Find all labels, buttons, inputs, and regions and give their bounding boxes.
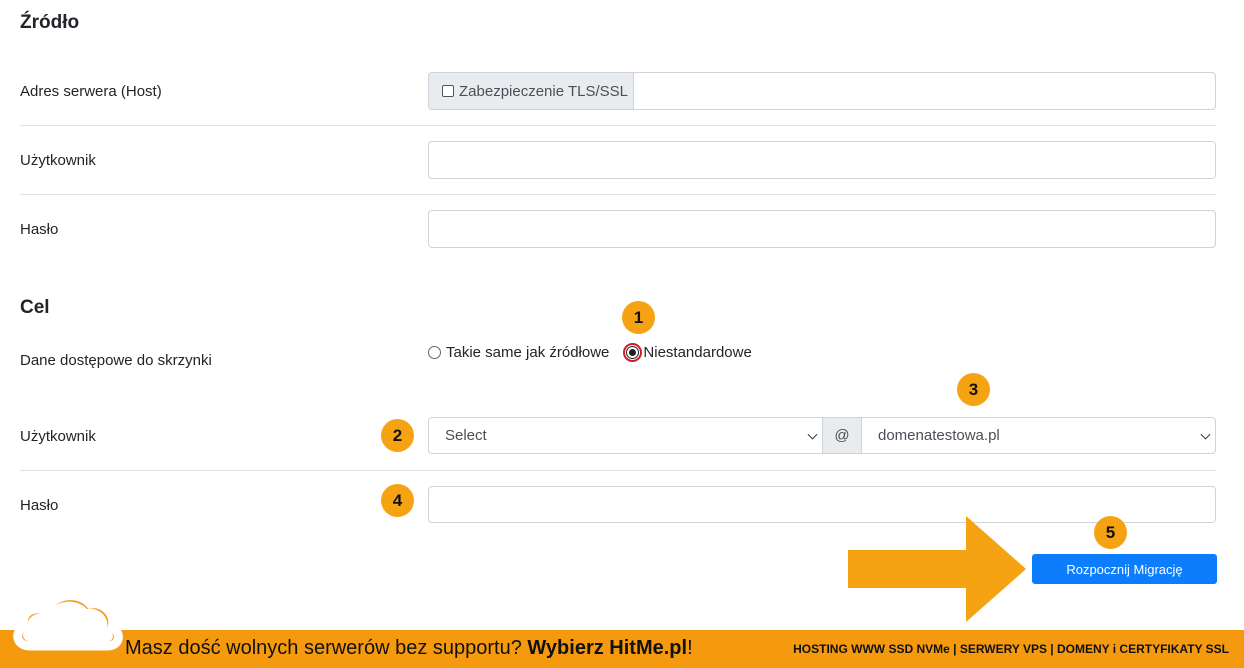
annotation-badge-4: 4: [381, 484, 414, 517]
annotation-badge-3: 3: [957, 373, 990, 406]
source-host-label: Adres serwera (Host): [20, 83, 162, 100]
radio-same-as-source[interactable]: [428, 346, 441, 359]
annotation-badge-1: 1: [622, 301, 655, 334]
domain-select[interactable]: domenatestowa.pl: [861, 417, 1216, 454]
source-user-input[interactable]: [428, 141, 1216, 179]
source-host-input[interactable]: [633, 72, 1216, 110]
target-user-select[interactable]: Select: [428, 417, 823, 454]
tls-checkbox-addon[interactable]: Zabezpieczenie TLS/SSL: [428, 72, 634, 110]
annotation-badge-5: 5: [1094, 516, 1127, 549]
target-user-label: Użytkownik: [20, 428, 96, 445]
tls-checkbox[interactable]: [442, 85, 454, 97]
target-password-input[interactable]: [428, 486, 1216, 523]
at-sign-addon: @: [822, 417, 862, 454]
target-user-select-value: Select: [445, 427, 487, 444]
annotation-badge-2: 2: [381, 419, 414, 452]
target-heading: Cel: [20, 297, 50, 318]
banner-text-prefix: Masz dość wolnych serwerów bez supportu?: [125, 637, 528, 659]
chevron-down-icon: [1200, 429, 1211, 440]
access-radio-group: Takie same jak źródłowe Niestandardowe: [428, 343, 752, 362]
divider: [20, 470, 1216, 471]
radio-same-label: Takie same jak źródłowe: [446, 344, 610, 361]
radio-custom-highlight: [623, 343, 643, 362]
source-password-input[interactable]: [428, 210, 1216, 248]
banner-brand: Wybierz HitMe.pl: [527, 637, 688, 659]
arrow-right-icon: [848, 516, 1026, 622]
target-password-label: Hasło: [20, 497, 59, 514]
divider: [20, 125, 1216, 126]
source-password-label: Hasło: [20, 221, 59, 238]
radio-custom[interactable]: [626, 346, 640, 359]
chevron-down-icon: [807, 429, 818, 440]
domain-select-value: domenatestowa.pl: [878, 427, 1000, 444]
access-data-label: Dane dostępowe do skrzynki: [20, 352, 212, 369]
source-heading: Źródło: [20, 12, 80, 33]
banner-services-text: HOSTING WWW SSD NVMe | SERWERY VPS | DOM…: [793, 642, 1229, 656]
source-user-label: Użytkownik: [20, 152, 96, 169]
start-migration-button[interactable]: Rozpocznij Migrację: [1032, 554, 1217, 584]
banner-text-suffix: !: [687, 637, 693, 659]
divider: [20, 194, 1216, 195]
cloud-logo-icon: [13, 591, 123, 651]
banner-text: Masz dość wolnych serwerów bez supportu?…: [125, 637, 693, 660]
tls-checkbox-label: Zabezpieczenie TLS/SSL: [459, 82, 628, 100]
radio-custom-label: Niestandardowe: [643, 344, 752, 361]
